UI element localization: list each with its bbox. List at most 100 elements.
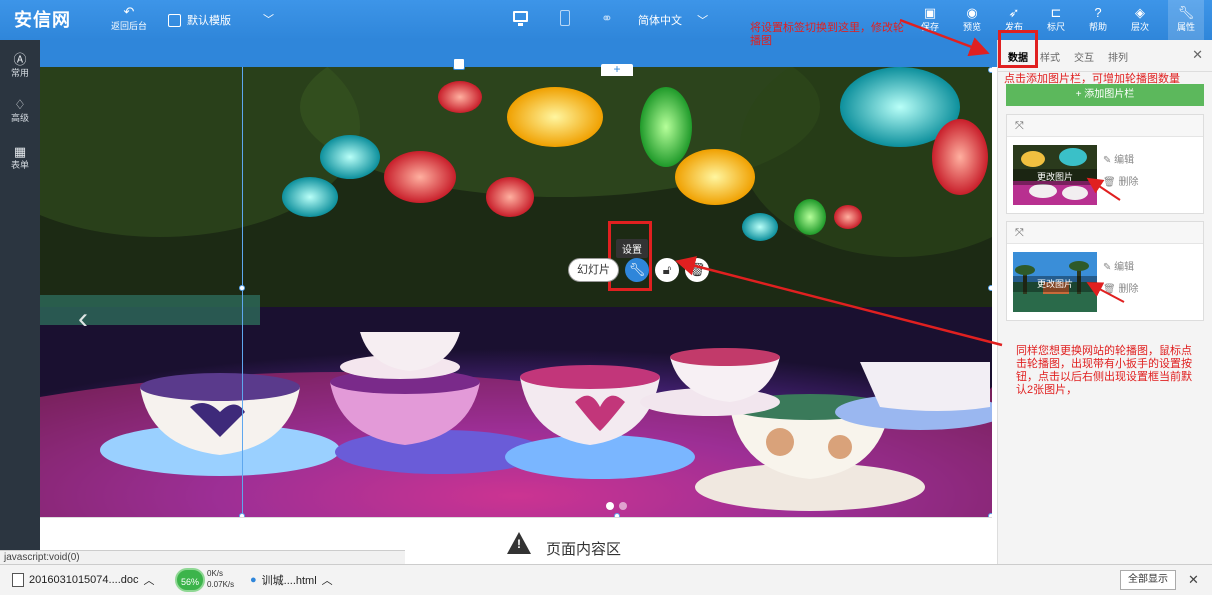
close-icon[interactable]: ✕ (1192, 47, 1203, 63)
annotation-add-image: 点击添加图片栏，可增加轮播图数量 (1004, 73, 1180, 85)
selection-guide (242, 67, 243, 517)
change-image-label[interactable]: 更改图片 (1013, 276, 1097, 292)
resize-handle[interactable] (239, 285, 245, 291)
chevron-down-icon: ﹀ (263, 14, 274, 26)
unlock-icon[interactable]: 🔓︎ (655, 258, 679, 282)
resize-handle[interactable] (988, 67, 992, 73)
wrench-icon: 🔧︎ (1177, 5, 1195, 20)
image-thumbnail[interactable]: 更改图片 (1013, 145, 1097, 205)
tab-interaction[interactable]: 交互 (1074, 49, 1094, 64)
eye-icon: ◉ (966, 5, 978, 20)
monitor-stand (518, 23, 523, 26)
language-select[interactable]: 简体中文 ﹀ (638, 12, 708, 28)
properties-label: 属性 (1176, 22, 1195, 32)
publish-button[interactable]: ➶ 发布 (996, 5, 1032, 33)
tab-arrange[interactable]: 排列 (1108, 49, 1128, 64)
download-item[interactable]: ● 训城....html ︿ (250, 572, 333, 588)
show-all-button[interactable]: 全部显示 (1120, 570, 1176, 590)
preview-button[interactable]: ◉ 预览 (954, 5, 990, 33)
template-select[interactable]: 默认模版 ﹀ (168, 12, 274, 28)
preview-label: 预览 (962, 22, 981, 32)
help-label: 帮助 (1088, 22, 1107, 32)
close-icon[interactable]: ✕ (1188, 572, 1199, 588)
edit-link[interactable]: ✎ 编辑 (1103, 151, 1134, 166)
change-image-label[interactable]: 更改图片 (1013, 169, 1097, 185)
send-icon: ➶ (1008, 5, 1020, 20)
back-to-admin-button[interactable]: ↶ 返回后台 (103, 4, 155, 32)
trash-icon[interactable]: 🗑︎ (685, 258, 709, 282)
ruler-label: 标尺 (1046, 22, 1065, 32)
element-toolbar: 幻灯片 🔧︎ 🔓︎ 🗑︎ (568, 257, 709, 283)
resize-handle[interactable] (988, 285, 992, 291)
layers-button[interactable]: ◈ 层次 (1122, 5, 1158, 33)
speed-gauge: 56% (175, 568, 205, 592)
sidebar-item-label: 高级 (10, 113, 29, 123)
phone-icon (560, 10, 570, 26)
properties-button[interactable]: 🔧︎ 属性 (1168, 0, 1204, 40)
properties-panel: 数据 样式 交互 排列 ✕ + 添加图片栏 ⤧ 更改图片 ✎ 编辑 🗑︎ 删除 … (997, 30, 1212, 564)
browser-icon: ● (250, 574, 257, 586)
form-icon: ▦ (13, 144, 27, 159)
warning-icon (507, 532, 531, 554)
collapse-icon[interactable]: ⤧ (1007, 115, 1203, 137)
help-button[interactable]: ? 帮助 (1080, 5, 1116, 33)
sidebar-item-advanced[interactable]: ♢ 高级 (0, 97, 40, 124)
image-thumbnail[interactable]: 更改图片 (1013, 252, 1097, 312)
monitor-icon (513, 11, 528, 22)
delete-label: 删除 (1118, 284, 1139, 295)
chevron-down-icon: ﹀ (697, 15, 709, 27)
add-image-bar-button[interactable]: + 添加图片栏 (1006, 84, 1204, 106)
upload-speed: 0K/s (207, 569, 224, 578)
carousel-indicators (606, 502, 627, 510)
download-bar: 2016031015074....doc ︿ 56% 0K/s 0.07K/s … (0, 564, 1212, 595)
download-item[interactable]: 2016031015074....doc ︿ (12, 572, 155, 588)
carousel-dot[interactable] (619, 502, 627, 510)
carousel-dot-active[interactable] (606, 502, 614, 510)
content-area-title: 页面内容区 (546, 541, 622, 558)
ruler-icon: ⊏ (1050, 5, 1062, 20)
edit-link[interactable]: ✎ 编辑 (1103, 258, 1134, 273)
download-filename: 训城....html (261, 575, 317, 587)
network-speed: 0K/s 0.07K/s (207, 568, 234, 590)
delete-label: 删除 (1118, 177, 1139, 188)
edit-label: 编辑 (1114, 262, 1135, 273)
settings-tooltip: 设置 (616, 239, 648, 258)
image-card: ⤧ 更改图片 ✎ 编辑 🗑︎ 删除 (1006, 114, 1204, 214)
delete-link[interactable]: 🗑︎ 删除 (1103, 280, 1138, 295)
carousel-banner[interactable]: ‹ 设置 幻灯片 🔧︎ 🔓︎ 🗑︎ (40, 67, 992, 517)
carousel-prev-icon[interactable]: ‹ (78, 302, 88, 336)
chevron-up-icon[interactable]: ︿ (144, 572, 155, 588)
highlight-box-data-tab (998, 30, 1038, 68)
section-handle-icon[interactable] (453, 58, 465, 70)
download-speed: 0.07K/s (207, 580, 235, 589)
slide-type-label: 幻灯片 (568, 258, 619, 282)
language-label: 简体中文 (638, 15, 682, 27)
template-icon (168, 13, 181, 27)
help-icon: ? (1094, 5, 1102, 20)
design-canvas: ‹ 设置 幻灯片 🔧︎ 🔓︎ 🗑︎ + 页面内容区 (40, 40, 997, 564)
desktop-view-button[interactable] (513, 10, 529, 28)
sidebar-item-label: 表单 (10, 160, 29, 170)
image-card: ⤧ 更改图片 ✎ 编辑 🗑︎ 删除 (1006, 221, 1204, 321)
annotation-carousel-help: 同样您想更换网站的轮播图，鼠标点击轮播图，出现带有小扳手的设置按钮，点击以后右侧… (1016, 345, 1192, 396)
add-section-button[interactable]: + (601, 63, 633, 76)
circle-a-icon: Ⓐ (13, 52, 27, 67)
wrench-icon[interactable]: 🔧︎ (625, 258, 649, 282)
save-button[interactable]: ▣ 保存 (912, 5, 948, 33)
tab-style[interactable]: 样式 (1040, 49, 1060, 64)
logo: 安信网 (14, 10, 71, 30)
link-icon[interactable]: ⚭ (601, 10, 617, 28)
sidebar-item-form[interactable]: ▦ 表单 (0, 144, 40, 171)
delete-link[interactable]: 🗑︎ 删除 (1103, 173, 1138, 188)
collapse-icon[interactable]: ⤧ (1007, 222, 1203, 244)
sidebar-item-common[interactable]: Ⓐ 常用 (0, 52, 40, 79)
download-filename: 2016031015074....doc (29, 574, 139, 586)
back-label: 返回后台 (110, 21, 147, 31)
undo-icon: ↶ (123, 4, 135, 19)
annotation-switch-tab: 将设置标签切换到这里，修改轮播图 (750, 22, 904, 47)
ruler-button[interactable]: ⊏ 标尺 (1038, 5, 1074, 33)
mobile-view-button[interactable] (558, 10, 574, 28)
diamond-icon: ♢ (14, 97, 26, 112)
chevron-up-icon[interactable]: ︿ (322, 572, 333, 588)
save-label: 保存 (920, 22, 939, 32)
